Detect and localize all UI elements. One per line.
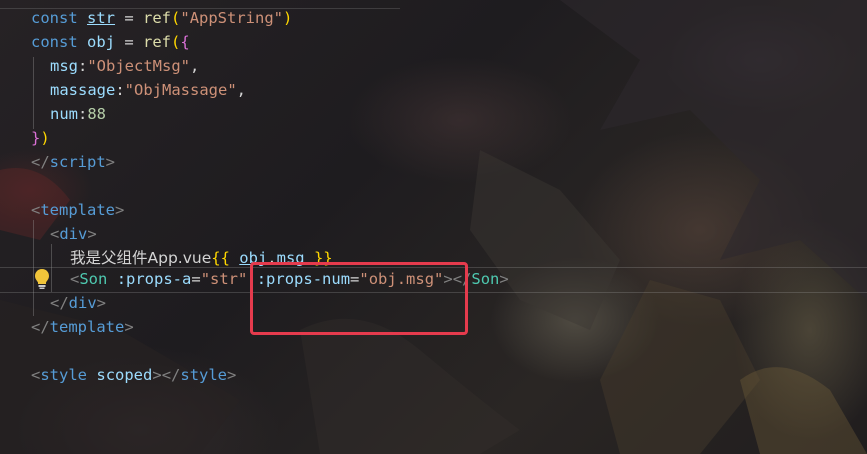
- tag-bracket: ></: [152, 366, 181, 384]
- paren: (: [171, 9, 181, 27]
- variable-name: str: [87, 9, 116, 27]
- tag-name: div: [68, 294, 97, 312]
- code-line-10[interactable]: <div>: [50, 222, 97, 246]
- attribute-name: scoped: [96, 366, 153, 384]
- tag-bracket: >: [227, 366, 237, 384]
- string-literal: "AppString": [180, 9, 284, 27]
- paren: ): [40, 129, 50, 147]
- code-line-5[interactable]: num:88: [50, 102, 106, 126]
- component-name: Son: [471, 270, 500, 288]
- tag-bracket: <: [70, 270, 80, 288]
- comma: ,: [190, 57, 200, 75]
- code-editor[interactable]: const str = ref("AppString") const obj =…: [0, 0, 867, 454]
- tag-name: template: [40, 201, 115, 219]
- template-text: 我是父组件App.vue: [70, 249, 212, 267]
- colon: :: [78, 105, 88, 123]
- code-line-6[interactable]: }): [31, 126, 50, 150]
- mustache-open: {{: [211, 249, 230, 267]
- equals: =: [191, 270, 201, 288]
- keyword: const: [31, 33, 78, 51]
- tag-name: style: [40, 366, 88, 384]
- indent-guide: [51, 244, 52, 292]
- tag-name: div: [59, 225, 88, 243]
- component-name: Son: [79, 270, 108, 288]
- tag-name: template: [49, 318, 125, 336]
- function-name: ref: [143, 9, 172, 27]
- tag-bracket: >: [124, 318, 134, 336]
- operator: =: [115, 33, 144, 51]
- tag-bracket: </: [31, 318, 50, 336]
- operator: =: [115, 9, 144, 27]
- tag-name: script: [49, 153, 106, 171]
- keyword: const: [31, 9, 78, 27]
- tag-bracket: >: [499, 270, 509, 288]
- variable-name: obj: [87, 33, 116, 51]
- code-line-7[interactable]: </script>: [31, 150, 115, 174]
- tag-bracket: >: [115, 201, 125, 219]
- tag-name: style: [180, 366, 228, 384]
- tag-bracket: >: [87, 225, 97, 243]
- tag-bracket: >: [96, 294, 107, 312]
- prop-binding: :props-a: [116, 270, 192, 288]
- tag-bracket: </: [31, 153, 50, 171]
- tag-bracket: <: [31, 366, 41, 384]
- object-key: num: [50, 105, 78, 123]
- code-line-14[interactable]: </template>: [31, 315, 134, 339]
- brace: }: [31, 129, 41, 147]
- comma: ,: [236, 81, 246, 99]
- object-key: msg: [50, 57, 78, 75]
- code-line-13[interactable]: </div>: [50, 291, 106, 315]
- code-line-9[interactable]: <template>: [31, 198, 124, 222]
- tag-bracket: </: [50, 294, 69, 312]
- annotation-highlight-box: [250, 262, 468, 335]
- object-key: massage: [50, 81, 116, 99]
- tag-bracket: <: [31, 201, 41, 219]
- indent-guide: [33, 57, 34, 129]
- code-line-4[interactable]: massage:"ObjMassage",: [50, 78, 246, 102]
- colon: :: [115, 81, 125, 99]
- code-line-16[interactable]: <style scoped></style>: [31, 363, 236, 387]
- string-literal: "ObjMassage": [124, 81, 237, 99]
- function-name: ref: [143, 33, 172, 51]
- tag-bracket: <: [50, 225, 60, 243]
- code-line-3[interactable]: msg:"ObjectMsg",: [50, 54, 199, 78]
- brace: {: [180, 33, 190, 51]
- code-line-2[interactable]: const obj = ref({: [31, 30, 190, 54]
- attribute-value: "str": [200, 270, 248, 288]
- lightbulb-icon[interactable]: [34, 268, 50, 290]
- tag-bracket: >: [105, 153, 116, 171]
- number-literal: 88: [87, 105, 107, 123]
- string-literal: "ObjectMsg": [87, 57, 190, 75]
- code-line-1[interactable]: const str = ref("AppString"): [31, 6, 292, 30]
- colon: :: [78, 57, 88, 75]
- paren: ): [283, 9, 293, 27]
- paren: (: [171, 33, 181, 51]
